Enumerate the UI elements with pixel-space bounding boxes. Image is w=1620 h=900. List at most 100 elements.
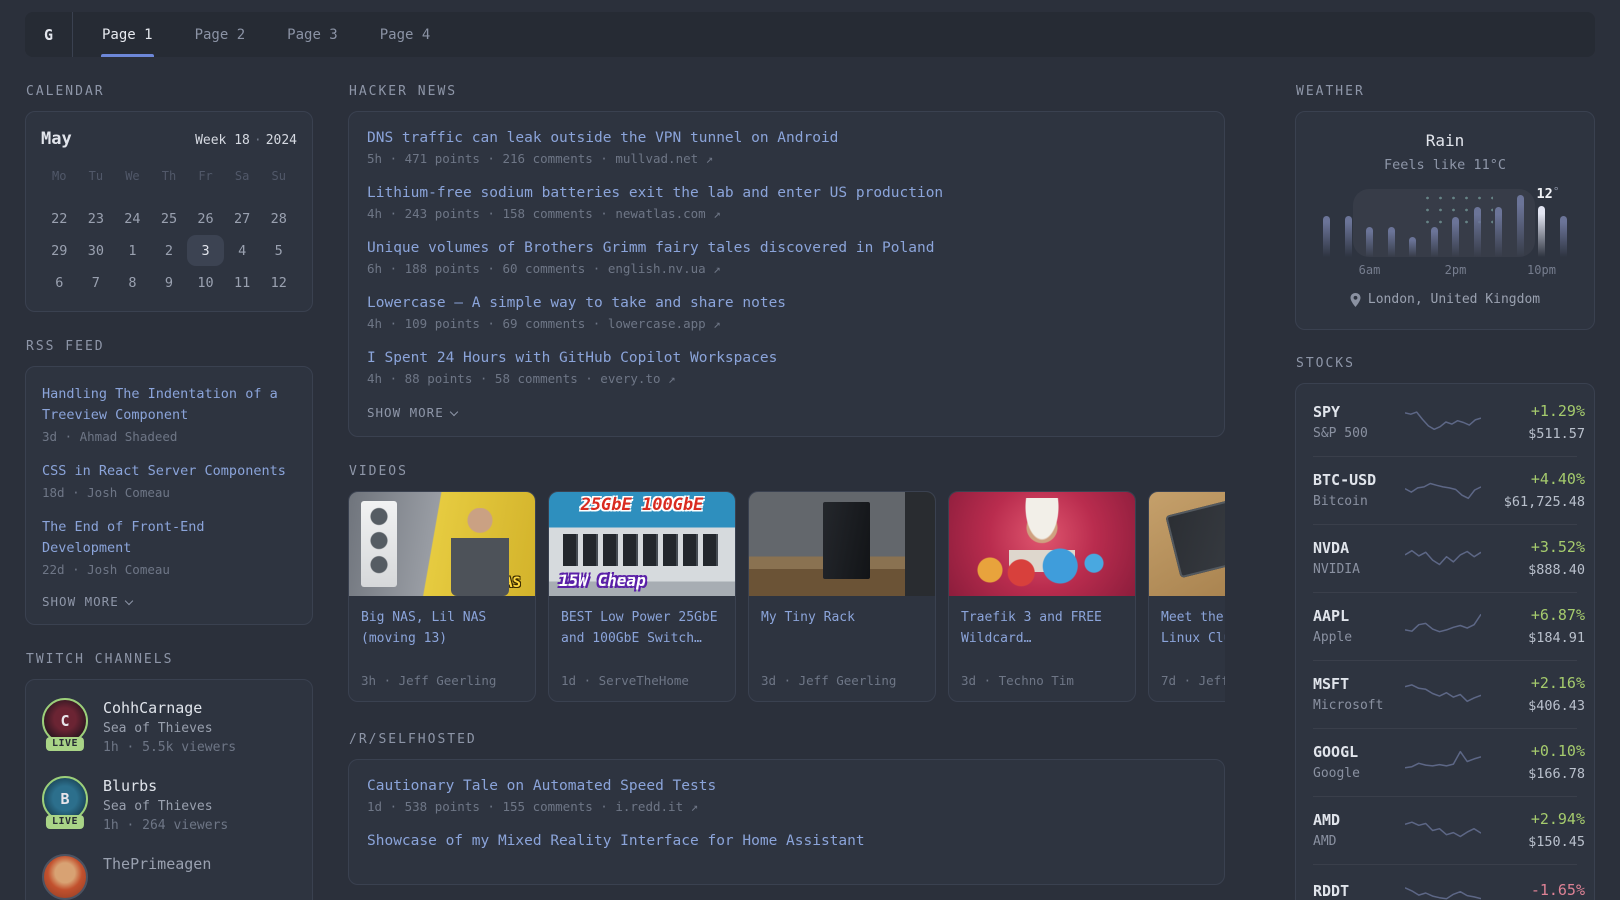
rss-item: The End of Front-End Development 22d · Jo…: [42, 517, 296, 577]
stock-sparkline-cell: [1405, 815, 1481, 845]
center-column: HACKER NEWS DNS traffic can leak outside…: [348, 57, 1225, 885]
video-card[interactable]: 25GbE 100GbE 15W Cheap BEST Low Power 25Gb…: [548, 491, 736, 702]
news-meta-text: 5h · 471 points · 216 comments: [367, 151, 593, 166]
thumbnail-overlay-text: LIL NAS: [461, 575, 521, 591]
news-item-title[interactable]: Lowercase – A simple way to take and sha…: [367, 295, 1206, 311]
stock-row[interactable]: BTC-USD Bitcoin +4.40% $61,725.48: [1313, 456, 1585, 524]
news-source-link[interactable]: english.nv.ua ↗: [608, 261, 721, 276]
rss-show-more-button[interactable]: SHOW MORE: [42, 594, 296, 609]
news-source-link[interactable]: mullvad.net ↗: [615, 151, 713, 166]
left-column: CALENDAR May Week 18 · 2024 Mo Tu We Th Fr Sa Su…: [25, 57, 313, 900]
news-meta-text: 4h · 109 points · 69 comments: [367, 316, 586, 331]
rss-item-title[interactable]: CSS in React Server Components: [42, 461, 296, 482]
video-thumbnail: [749, 492, 935, 596]
stock-values: +2.16% $406.43: [1481, 674, 1585, 714]
twitch-channel[interactable]: B LIVE Blurbs Sea of Thieves 1h · 264 viewer…: [42, 776, 296, 833]
stock-row[interactable]: AAPL Apple +6.87% $184.91: [1313, 592, 1585, 660]
news-source-link[interactable]: every.to ↗: [600, 371, 675, 386]
calendar-weekday: Tu: [88, 169, 104, 183]
stock-sparkline-cell: [1405, 878, 1481, 900]
stock-sparkline-cell: [1405, 407, 1481, 437]
stock-change: +0.10%: [1530, 742, 1585, 760]
stock-row[interactable]: NVDA NVIDIA +3.52% $888.40: [1313, 524, 1585, 592]
video-card[interactable]: Traefik 3 and FREE Wildcard… 3d · Techno …: [948, 491, 1136, 702]
twitch-channel[interactable]: C LIVE CohhCarnage Sea of Thieves 1h · 5.5k …: [42, 698, 296, 755]
stock-labels: SPY S&P 500: [1313, 403, 1405, 441]
video-card[interactable]: My Tiny Rack 3d · Jeff Geerling: [748, 491, 936, 702]
twitch-channel[interactable]: ThePrimeagen: [42, 854, 296, 900]
rss-item-title[interactable]: Handling The Indentation of a Treeview C…: [42, 384, 296, 426]
stock-labels: RDDT: [1313, 882, 1405, 900]
twitch-channel-info: ThePrimeagen: [103, 854, 211, 900]
video-card[interactable]: FAS Meet the Linux Cluster 7d · Jeff Geerl…: [1148, 491, 1225, 702]
stock-row[interactable]: RDDT -1.65%: [1313, 864, 1585, 900]
chevron-down-icon: [449, 407, 458, 417]
stock-labels: GOOGL Google: [1313, 743, 1405, 781]
stocks-widget: SPY S&P 500 +1.29% $511.57 BTC-USD Bitcoin +4.…: [1295, 383, 1595, 900]
weather-bar: [1559, 216, 1567, 257]
stock-symbol: RDDT: [1313, 881, 1350, 900]
news-item-title[interactable]: I Spent 24 Hours with GitHub Copilot Wor…: [367, 350, 1206, 366]
calendar-day: 30: [87, 242, 104, 259]
calendar-day: 25: [160, 210, 178, 227]
news-item-title[interactable]: Lithium-free sodium batteries exit the l…: [367, 185, 1206, 201]
stock-symbol: GOOGL: [1313, 743, 1359, 761]
weather-bar: [1323, 216, 1330, 257]
twitch-viewers: 1h · 5.5k viewers: [103, 740, 237, 755]
calendar-day-selected: 3: [187, 235, 224, 266]
calendar-day: 8: [128, 274, 137, 291]
rss-item: CSS in React Server Components 18d · Josh…: [42, 461, 296, 500]
stock-price: $184.91: [1528, 630, 1585, 646]
news-item: Cautionary Tale on Automated Speed Tests…: [367, 778, 1206, 814]
news-item-title[interactable]: DNS traffic can leak outside the VPN tun…: [367, 130, 1206, 146]
calendar-day: 10: [197, 274, 214, 291]
news-source-link[interactable]: lowercase.app ↗: [608, 316, 721, 331]
calendar-day: 29: [51, 242, 68, 259]
degree-symbol: °: [1552, 185, 1560, 198]
twitch-viewers: 1h · 264 viewers: [103, 818, 229, 833]
stock-change: +1.29%: [1530, 402, 1585, 420]
nav-tab-page-1[interactable]: Page 1: [81, 12, 174, 57]
news-source-link[interactable]: newatlas.com ↗: [615, 206, 720, 221]
nav-tab-page-2[interactable]: Page 2: [174, 12, 267, 57]
stock-name: Bitcoin: [1313, 494, 1368, 509]
weather-feels-like: Feels like 11°C: [1384, 157, 1506, 173]
stock-values: +3.52% $888.40: [1481, 538, 1585, 578]
news-item-title[interactable]: Unique volumes of Brothers Grimm fairy t…: [367, 240, 1206, 256]
top-navigation-bar: G Page 1 Page 2 Page 3 Page 4: [25, 12, 1595, 57]
weather-bar: [1387, 227, 1395, 257]
weather-bar: [1495, 207, 1502, 257]
stock-labels: AMD AMD: [1313, 811, 1405, 849]
news-meta-text: 4h · 88 points · 58 comments: [367, 371, 578, 386]
stock-sparkline-cell: [1405, 747, 1481, 777]
nav-tab-page-4[interactable]: Page 4: [359, 12, 452, 57]
news-item-title[interactable]: Cautionary Tale on Automated Speed Tests: [367, 778, 1206, 794]
calendar-week: Week 18 · 2024: [195, 133, 297, 148]
calendar-day: 7: [91, 274, 100, 291]
twitch-channel-info: Blurbs Sea of Thieves 1h · 264 viewers: [103, 776, 228, 833]
stock-row[interactable]: MSFT Microsoft +2.16% $406.43: [1313, 660, 1585, 728]
stock-row[interactable]: AMD AMD +2.94% $150.45: [1313, 796, 1585, 864]
thumbnail-overlay-text: 25GbE 100GbE: [580, 495, 704, 515]
weather-bar: [1409, 237, 1416, 257]
calendar-section-title: CALENDAR: [26, 84, 105, 99]
twitch-channel-name: ThePrimeagen: [103, 855, 212, 873]
nav-tab-page-3[interactable]: Page 3: [266, 12, 359, 57]
news-item-title[interactable]: Showcase of my Mixed Reality Interface f…: [367, 833, 1206, 849]
news-item: Lithium-free sodium batteries exit the l…: [367, 185, 1206, 221]
separator-dot: ·: [592, 206, 616, 221]
video-card[interactable]: LIL NAS Big NAS, Lil NAS (moving 13) 3h · …: [348, 491, 536, 702]
video-thumbnail: 25GbE 100GbE 15W Cheap: [549, 492, 735, 596]
stock-symbol: AAPL: [1313, 607, 1350, 625]
weather-axis-label: 6am: [1358, 263, 1381, 277]
calendar-weekday-row: Mo Tu We Th Fr Sa Su: [41, 164, 297, 188]
video-channel: 1d · ServeTheHome: [561, 673, 689, 688]
stock-row[interactable]: SPY S&P 500 +1.29% $511.57: [1313, 389, 1585, 456]
hackernews-show-more-button[interactable]: SHOW MORE: [367, 405, 1206, 420]
separator-dot: ·: [253, 133, 262, 148]
calendar-weekday: Fr: [198, 169, 213, 183]
news-source-link[interactable]: i.redd.it ↗: [615, 799, 698, 814]
rss-item-title[interactable]: The End of Front-End Development: [42, 517, 296, 559]
stock-row[interactable]: GOOGL Google +0.10% $166.78: [1313, 728, 1585, 796]
separator-dot: ·: [592, 799, 616, 814]
